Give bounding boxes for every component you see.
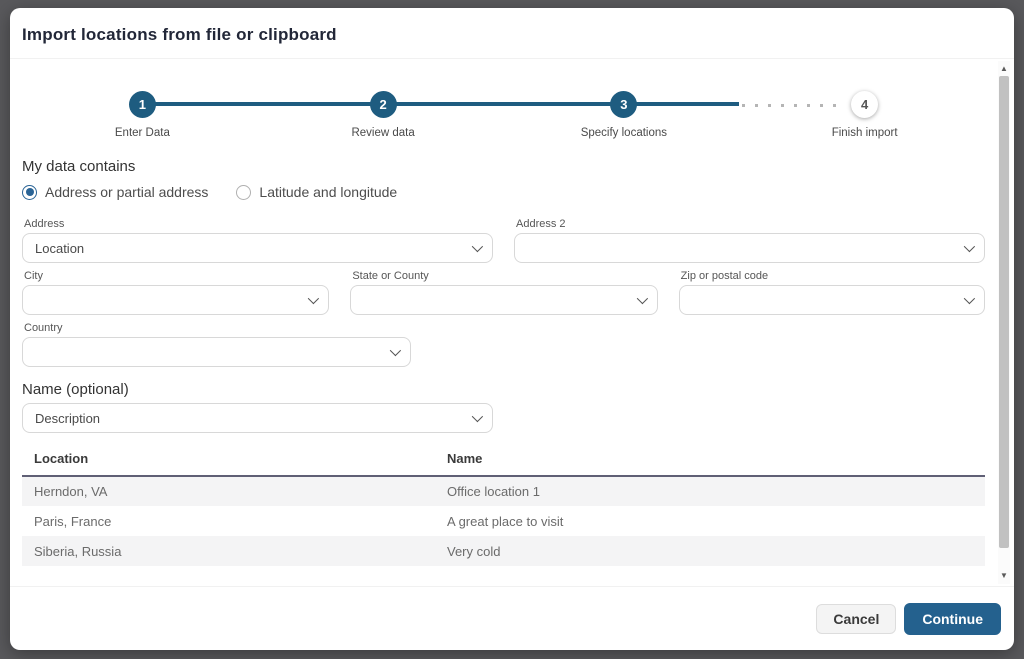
cell-name: Office location 1	[435, 476, 985, 506]
zip-label: Zip or postal code	[681, 270, 985, 282]
radio-address[interactable]: Address or partial address	[22, 184, 208, 200]
zip-select[interactable]	[679, 285, 985, 315]
cancel-button[interactable]: Cancel	[816, 604, 896, 634]
step-2-circle: 2	[370, 91, 397, 118]
radio-button-icon[interactable]	[22, 185, 37, 200]
radio-latlong[interactable]: Latitude and longitude	[236, 184, 397, 200]
scroll-up-arrow-icon[interactable]: ▲	[998, 63, 1010, 75]
import-locations-dialog: Import locations from file or clipboard …	[10, 8, 1014, 650]
address-select-value: Location	[35, 241, 464, 256]
scrollbar-thumb[interactable]	[999, 76, 1009, 548]
column-header-name: Name	[435, 443, 985, 476]
state-select[interactable]	[350, 285, 657, 315]
data-type-radio-group: Address or partial address Latitude and …	[22, 184, 985, 200]
radio-button-icon[interactable]	[236, 185, 251, 200]
cell-location: Paris, France	[22, 506, 435, 536]
dialog-body: 1 Enter Data 2 Review data 3 Specify loc…	[10, 59, 1014, 586]
step-finish-import: 4 Finish import	[744, 71, 985, 141]
dialog-footer: Cancel Continue	[10, 586, 1014, 650]
name-select[interactable]: Description	[22, 403, 493, 433]
chevron-down-icon	[964, 241, 975, 252]
cell-name: Very cold	[435, 536, 985, 566]
address-label: Address	[24, 218, 493, 230]
step-3-circle: 3	[610, 91, 637, 118]
radio-latlong-label: Latitude and longitude	[259, 184, 397, 200]
chevron-down-icon	[390, 345, 401, 356]
data-contains-heading: My data contains	[22, 158, 985, 175]
address2-select[interactable]	[514, 233, 985, 263]
chevron-down-icon	[472, 411, 483, 422]
dialog-content: 1 Enter Data 2 Review data 3 Specify loc…	[10, 59, 1014, 586]
continue-button[interactable]: Continue	[904, 603, 1001, 635]
dialog-title: Import locations from file or clipboard	[22, 25, 1002, 45]
column-header-location: Location	[22, 443, 435, 476]
step-enter-data: 1 Enter Data	[22, 71, 263, 141]
step-4-circle: 4	[851, 91, 878, 118]
table-row: Paris, France A great place to visit	[22, 506, 985, 536]
import-stepper: 1 Enter Data 2 Review data 3 Specify loc…	[22, 71, 985, 141]
step-1-label: Enter Data	[115, 127, 170, 139]
state-label: State or County	[352, 270, 657, 282]
table-row: Siberia, Russia Very cold	[22, 536, 985, 566]
address2-label: Address 2	[516, 218, 985, 230]
city-select[interactable]	[22, 285, 329, 315]
country-label: Country	[24, 322, 411, 334]
step-review-data: 2 Review data	[263, 71, 504, 141]
step-3-label: Specify locations	[581, 127, 667, 139]
cell-location: Siberia, Russia	[22, 536, 435, 566]
step-4-label: Finish import	[832, 127, 898, 139]
address-select[interactable]: Location	[22, 233, 493, 263]
name-optional-heading: Name (optional)	[22, 381, 985, 398]
cell-name: A great place to visit	[435, 506, 985, 536]
step-2-label: Review data	[351, 127, 414, 139]
table-row: Herndon, VA Office location 1	[22, 476, 985, 506]
vertical-scrollbar[interactable]: ▲ ▼	[998, 61, 1010, 584]
chevron-down-icon	[472, 241, 483, 252]
cell-location: Herndon, VA	[22, 476, 435, 506]
locations-preview-table: Location Name Herndon, VA Office locatio…	[22, 443, 985, 566]
scroll-down-arrow-icon[interactable]: ▼	[998, 570, 1010, 582]
country-select[interactable]	[22, 337, 411, 367]
city-label: City	[24, 270, 329, 282]
step-specify-locations: 3 Specify locations	[504, 71, 745, 141]
chevron-down-icon	[964, 293, 975, 304]
name-select-value: Description	[35, 411, 464, 426]
dialog-header: Import locations from file or clipboard	[10, 8, 1014, 59]
radio-address-label: Address or partial address	[45, 184, 208, 200]
chevron-down-icon	[636, 293, 647, 304]
chevron-down-icon	[308, 293, 319, 304]
step-1-circle: 1	[129, 91, 156, 118]
